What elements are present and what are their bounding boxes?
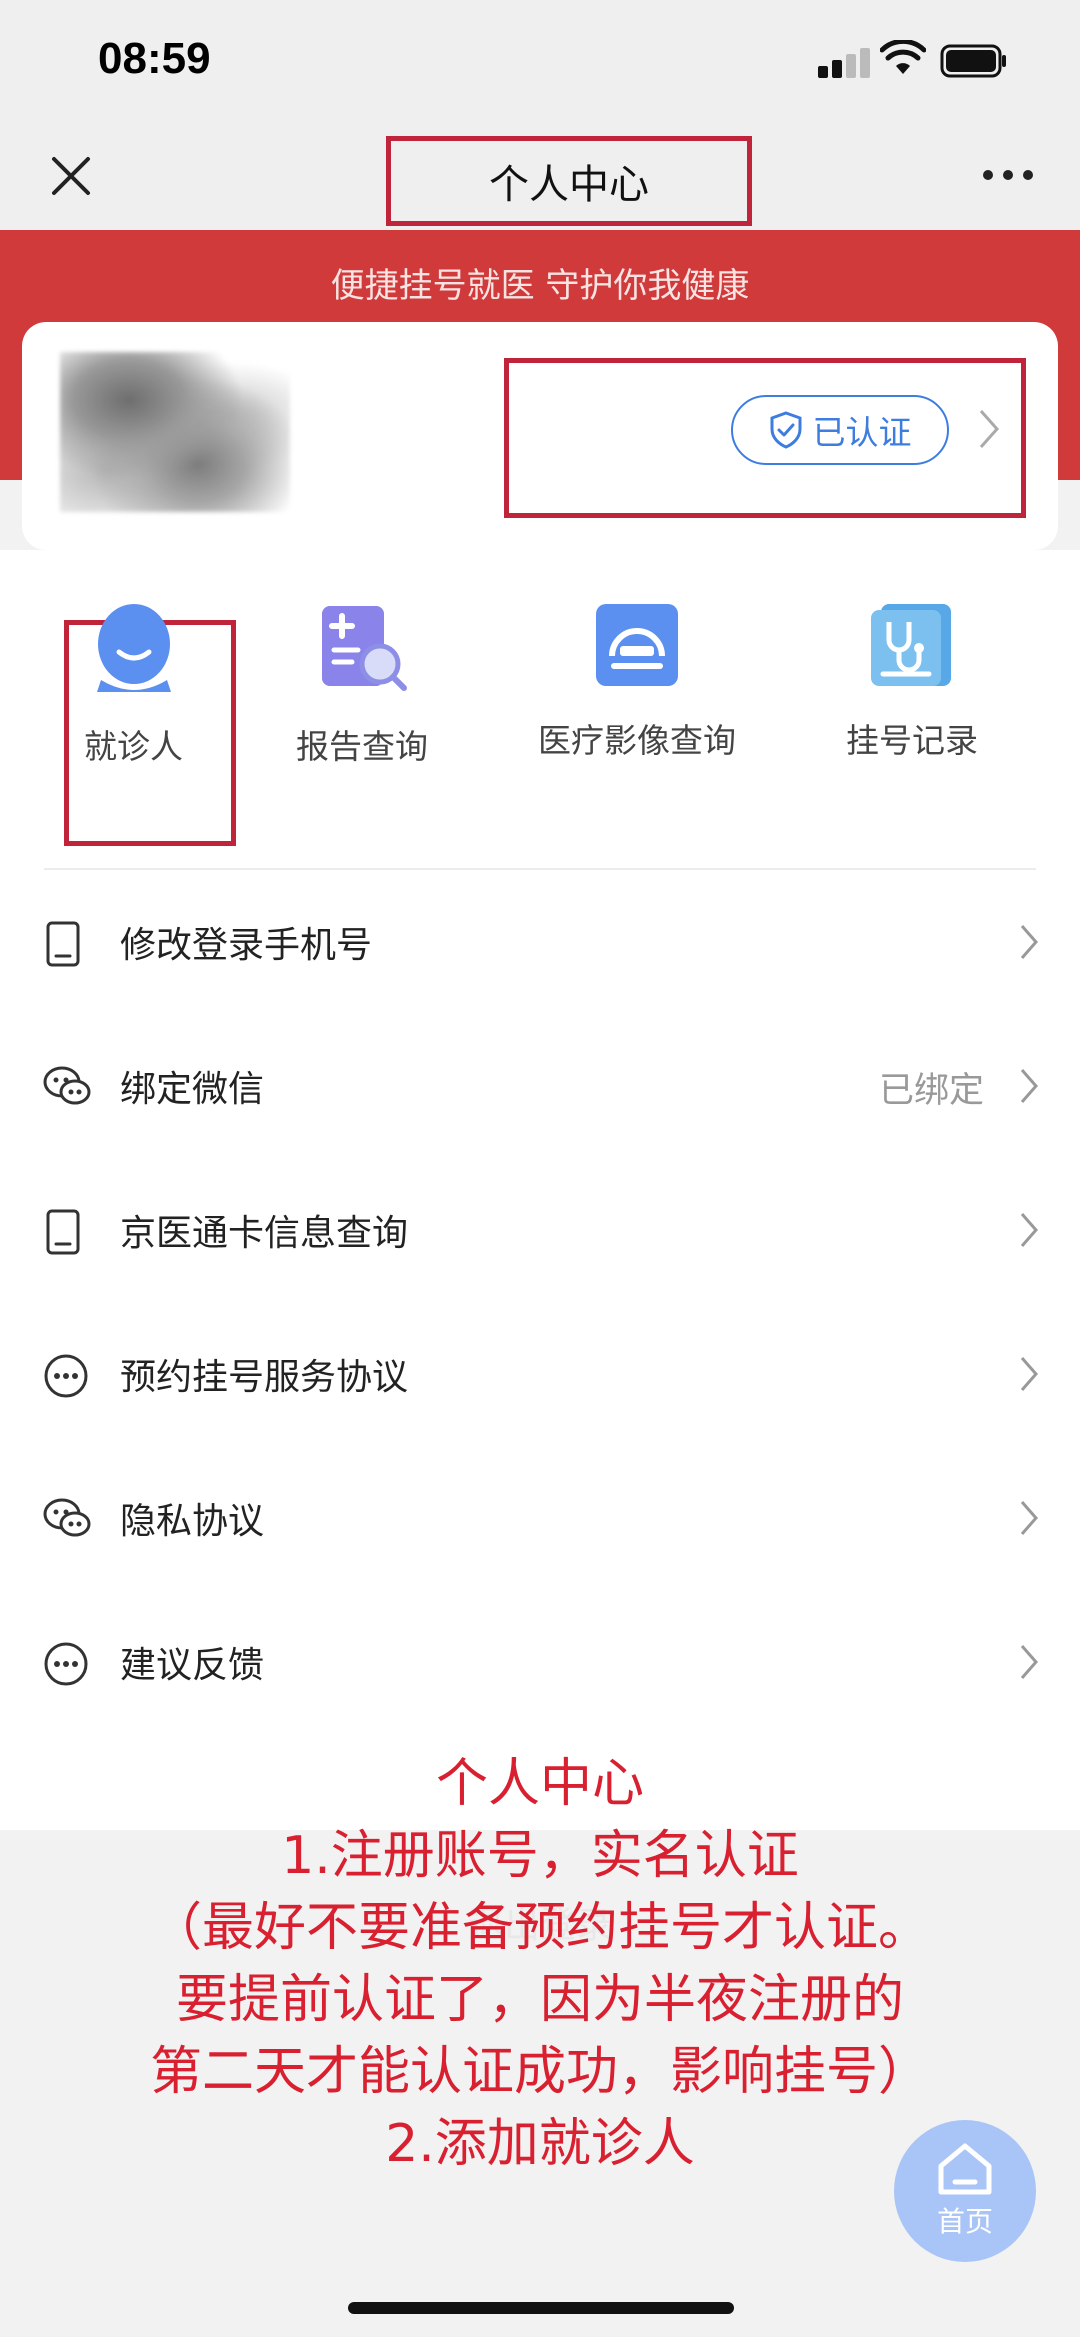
menu-item-bind-wechat[interactable]: 绑定微信 已绑定 <box>0 1014 1080 1158</box>
bind-status: 已绑定 <box>878 1071 984 1111</box>
home-icon <box>938 2143 992 2195</box>
chevron-right-icon <box>979 410 1000 448</box>
verification-highlight: 已认证 <box>504 358 1026 518</box>
status-bar: 08:59 <box>0 0 1080 130</box>
annotation-line: （最好不要准备预约挂号才认证。 <box>149 1898 930 1958</box>
home-button[interactable]: 首页 <box>894 2120 1036 2262</box>
quick-action-label: 就诊人 <box>84 727 183 766</box>
ellipsis-circle-icon <box>44 1354 88 1398</box>
shield-check-icon <box>770 411 801 449</box>
menu-item-privacy[interactable]: 隐私协议 <box>0 1446 1080 1590</box>
menu-item-label: 京医通卡信息查询 <box>120 1213 409 1254</box>
menu-item-card-info[interactable]: 京医通卡信息查询 <box>0 1158 1080 1302</box>
ellipsis-circle-icon <box>44 1642 88 1686</box>
chevron-right-icon <box>1020 1069 1038 1103</box>
wifi-icon <box>880 40 926 74</box>
chevron-right-icon <box>1020 1213 1038 1247</box>
chevron-right-icon <box>1020 1501 1038 1535</box>
verified-badge[interactable]: 已认证 <box>731 395 949 465</box>
more-icon[interactable] <box>982 168 1034 182</box>
annotation-line: 1.注册账号，实名认证 <box>281 1826 799 1886</box>
redacted-avatar <box>60 352 290 512</box>
wechat-icon <box>43 1498 91 1537</box>
verified-label: 已认证 <box>812 413 912 452</box>
menu-item-label: 预约挂号服务协议 <box>120 1357 409 1398</box>
medical-imaging-icon <box>596 604 678 686</box>
banner-slogan: 便捷挂号就医 守护你我健康 <box>330 266 750 306</box>
battery-icon <box>940 44 1006 78</box>
quick-action-imaging[interactable]: 医疗影像查询 <box>538 600 736 762</box>
wechat-icon <box>43 1066 91 1105</box>
chevron-right-icon <box>1020 1357 1038 1391</box>
menu-item-feedback[interactable]: 建议反馈 <box>0 1590 1080 1734</box>
annotation-line: 个人中心 <box>435 1754 644 1814</box>
chevron-right-icon <box>1020 1645 1038 1679</box>
quick-action-label: 挂号记录 <box>846 721 978 760</box>
quick-action-patient[interactable]: 就诊人 <box>84 600 183 768</box>
close-icon[interactable] <box>48 153 94 199</box>
quick-action-label: 医疗影像查询 <box>538 721 736 760</box>
annotation-line: 要提前认证了，因为半夜注册的 <box>175 1970 904 2030</box>
home-button-label: 首页 <box>936 2205 993 2238</box>
quick-action-report[interactable]: 报告查询 <box>296 600 428 768</box>
menu-item-label: 隐私协议 <box>120 1501 265 1542</box>
phone-icon <box>46 1209 80 1255</box>
home-indicator <box>348 2302 734 2314</box>
page-title: 个人中心 <box>386 136 752 226</box>
signal-icon <box>818 48 870 78</box>
menu-item-label: 绑定微信 <box>120 1069 265 1110</box>
annotation-line: 第二天才能认证成功，影响挂号） <box>149 2042 930 2102</box>
nav-bar: 个人中心 <box>0 130 1080 230</box>
menu-item-label: 修改登录手机号 <box>120 925 373 966</box>
quick-action-label: 报告查询 <box>296 727 428 766</box>
quick-action-records[interactable]: 挂号记录 <box>846 600 978 762</box>
status-time: 08:59 <box>98 34 211 83</box>
chevron-right-icon <box>1020 925 1038 959</box>
patient-icon <box>96 604 171 692</box>
registration-record-icon <box>871 604 951 686</box>
settings-menu: 修改登录手机号 绑定微信 已绑定 京医通卡信息查询 预约挂号服务协议 隐私协议 … <box>0 870 1080 1830</box>
quick-actions: 就诊人 报告查询 医疗影像查询 挂号记录 <box>0 550 1080 870</box>
annotation-overlay: 个人中心 1.注册账号，实名认证 （最好不要准备预约挂号才认证。 要提前认证了，… <box>0 1748 1080 2180</box>
phone-icon <box>46 921 80 967</box>
menu-item-service-agreement[interactable]: 预约挂号服务协议 <box>0 1302 1080 1446</box>
profile-card[interactable]: 已认证 <box>22 322 1058 550</box>
menu-item-change-phone[interactable]: 修改登录手机号 <box>0 870 1080 1014</box>
report-search-icon <box>322 606 407 691</box>
menu-item-label: 建议反馈 <box>120 1645 265 1686</box>
